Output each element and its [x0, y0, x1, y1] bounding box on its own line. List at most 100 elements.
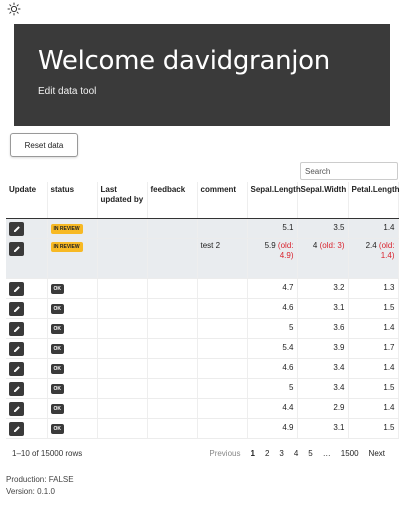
cell-value: 3.4: [333, 383, 345, 392]
column-header-feedback[interactable]: feedback: [147, 182, 198, 219]
table-row[interactable]: OK 5 3.4 1.5: [6, 378, 399, 399]
status-badge: IN REVIEW: [50, 241, 83, 252]
pagination-page-1[interactable]: 1: [245, 449, 259, 458]
table-row[interactable]: IN REVIEW 5.1 3.5 1.4: [6, 218, 399, 239]
cell-sw: 4 (old: 3): [297, 238, 349, 279]
cell-sl: 4.6: [247, 358, 298, 379]
cell-sw: 3.6: [297, 318, 349, 339]
cell-value: 1.4: [383, 403, 395, 412]
table-row[interactable]: OK 4.9 3.1 1.5: [6, 418, 399, 439]
cell-value: 5: [289, 323, 294, 332]
cell-value: 1.4: [383, 223, 395, 232]
table-row[interactable]: OK 4.6 3.4 1.4: [6, 358, 399, 379]
cell-status: IN REVIEW: [47, 218, 98, 239]
sun-icon[interactable]: [7, 2, 21, 16]
cell-feedback: [147, 338, 198, 359]
column-header-comment[interactable]: comment: [197, 182, 248, 219]
pencil-icon: [13, 425, 21, 433]
cell-sl: 4.7: [247, 278, 298, 299]
cell-value: 3.4: [333, 363, 345, 372]
edit-button[interactable]: [9, 241, 24, 256]
cell-value: 3.6: [333, 323, 345, 332]
cell-value: 1.3: [383, 283, 395, 292]
edit-button[interactable]: [9, 401, 24, 416]
status-badge: OK: [50, 383, 64, 394]
cell-last-updated-by: [97, 238, 148, 279]
cell-sl: 4.6: [247, 298, 298, 319]
pagination-page-4[interactable]: 4: [289, 449, 303, 458]
cell-pl: 1.4: [348, 358, 399, 379]
column-header-update[interactable]: Update: [6, 182, 48, 219]
version-label: Version: 0.1.0: [6, 487, 55, 496]
search-input[interactable]: [300, 162, 398, 180]
table-row[interactable]: OK 4.4 2.9 1.4: [6, 398, 399, 419]
page-title: Welcome davidgranjon: [38, 46, 330, 76]
status-badge: OK: [50, 363, 64, 374]
cell-update: [6, 418, 48, 439]
table-row[interactable]: OK 5.4 3.9 1.7: [6, 338, 399, 359]
status-badge: OK: [50, 343, 64, 354]
pencil-icon: [13, 385, 21, 393]
cell-comment: [197, 278, 248, 299]
pencil-icon: [13, 285, 21, 293]
cell-value: 5.1: [282, 223, 294, 232]
table-row[interactable]: IN REVIEW test 2 5.9 (old: 4.9) 4 (old: 3) 2…: [6, 238, 399, 279]
cell-sl: 5: [247, 378, 298, 399]
edit-button[interactable]: [9, 341, 24, 356]
cell-pl: 1.4: [348, 398, 399, 419]
edit-button[interactable]: [9, 421, 24, 436]
cell-sl: 5.1: [247, 218, 298, 239]
table-row[interactable]: OK 4.7 3.2 1.3: [6, 278, 399, 299]
pagination-next[interactable]: Next: [364, 449, 390, 458]
column-header-petal-length[interactable]: Petal.Length: [348, 182, 400, 219]
page-subtitle: Edit data tool: [38, 86, 97, 97]
edit-button[interactable]: [9, 281, 24, 296]
cell-value: 1.5: [383, 383, 395, 392]
column-header-status[interactable]: status: [47, 182, 98, 219]
table-header-row: Update status Last updated by feedback c…: [6, 182, 400, 219]
column-header-sepal-length[interactable]: Sepal.Length: [247, 182, 301, 219]
pagination-previous[interactable]: Previous: [204, 449, 245, 458]
cell-value: 3.5: [333, 223, 345, 232]
cell-last-updated-by: [97, 398, 148, 419]
data-table: Update status Last updated by feedback c…: [6, 182, 400, 439]
edit-button[interactable]: [9, 221, 24, 236]
column-header-sepal-width[interactable]: Sepal.Width: [297, 182, 349, 219]
cell-sw: 3.1: [297, 298, 349, 319]
pencil-icon: [13, 225, 21, 233]
cell-value: 2.9: [333, 403, 345, 412]
cell-value: 2.4: [365, 240, 377, 250]
cell-last-updated-by: [97, 358, 148, 379]
cell-pl: 1.4: [348, 218, 399, 239]
cell-value: 1.5: [383, 303, 395, 312]
edit-button[interactable]: [9, 381, 24, 396]
pagination-last-page[interactable]: 1500: [336, 449, 364, 458]
cell-pl: 1.3: [348, 278, 399, 299]
column-header-last-updated-by[interactable]: Last updated by: [97, 182, 148, 219]
cell-feedback: [147, 398, 198, 419]
table-row[interactable]: OK 5 3.6 1.4: [6, 318, 399, 339]
edit-button[interactable]: [9, 321, 24, 336]
edit-button[interactable]: [9, 361, 24, 376]
cell-value: 4.4: [282, 403, 294, 412]
cell-feedback: [147, 418, 198, 439]
cell-comment: [197, 218, 248, 239]
cell-update: [6, 318, 48, 339]
table-row[interactable]: OK 4.6 3.1 1.5: [6, 298, 399, 319]
cell-value: 1.4: [383, 323, 395, 332]
cell-value: 1.4: [383, 363, 395, 372]
cell-sw: 3.9: [297, 338, 349, 359]
status-badge: OK: [50, 323, 64, 334]
pagination-page-2[interactable]: 2: [260, 449, 274, 458]
status-badge: OK: [50, 423, 64, 434]
cell-status: OK: [47, 398, 98, 419]
reset-data-button[interactable]: Reset data: [10, 133, 78, 157]
edit-button[interactable]: [9, 301, 24, 316]
cell-sw: 3.4: [297, 358, 349, 379]
cell-last-updated-by: [97, 298, 148, 319]
pagination-page-5[interactable]: 5: [303, 449, 317, 458]
old-value: (old: 4.9): [275, 240, 294, 260]
pagination-page-3[interactable]: 3: [274, 449, 288, 458]
cell-sl: 4.9: [247, 418, 298, 439]
cell-update: [6, 378, 48, 399]
